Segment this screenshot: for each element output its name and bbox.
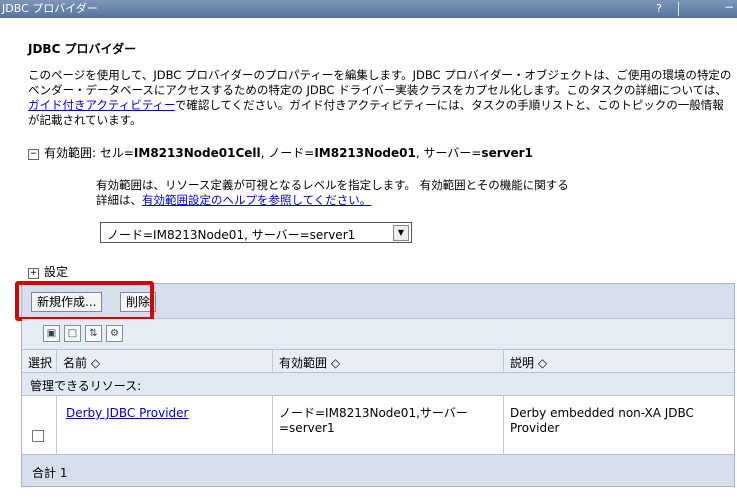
button-toolbar: 新規作成... 削除 — [15, 281, 734, 321]
scope-help-link[interactable]: 有効範囲設定のヘルプを参照してください。 — [142, 193, 371, 207]
scope-cell: IM8213Node01Cell — [133, 146, 261, 160]
settings-section[interactable]: + 設定 — [28, 263, 68, 280]
scope-summary: − 有効範囲: セル=IM8213Node01Cell, ノード=IM8213No… — [28, 144, 533, 161]
header-select: 選択 — [28, 356, 53, 370]
page-title: JDBC プロバイダー — [28, 42, 137, 56]
header-description[interactable]: 説明 ◇ — [510, 354, 547, 371]
header-name[interactable]: 名前 ◇ — [63, 354, 100, 371]
dropdown-arrow-icon[interactable]: ▼ — [393, 225, 409, 241]
group-row: 管理できるリソース: — [22, 373, 734, 396]
table-header: 選択 名前 ◇ 有効範囲 ◇ 説明 ◇ — [22, 350, 734, 373]
provider-name-link[interactable]: Derby JDBC Provider — [66, 406, 189, 420]
header-scope[interactable]: 有効範囲 ◇ — [279, 354, 340, 371]
total-count: 合計 1 — [32, 466, 68, 480]
highlight-box — [15, 281, 154, 321]
header-divider — [56, 350, 57, 372]
provider-description: Derby embedded non-XA JDBC Provider — [510, 406, 694, 435]
scope-server: server1 — [481, 146, 533, 160]
row-divider — [272, 396, 273, 454]
row-checkbox[interactable] — [32, 430, 44, 442]
help-icon[interactable]: ? — [652, 1, 666, 17]
resource-table: 新規作成... 削除 ▣ □ ⇅ ⚙ 選択 名前 ◇ 有効範囲 ◇ 説明 ◇ 管… — [15, 281, 735, 487]
scope-help-text: 有効範囲は、リソース定義が可視となるレベルを指定します。 有効範囲とその機能に関… — [96, 178, 576, 208]
settings-label: 設定 — [44, 265, 69, 279]
row-divider — [503, 396, 504, 454]
header-divider — [272, 350, 273, 372]
group-label: 管理できるリソース: — [30, 379, 142, 393]
table-footer: 合計 1 — [22, 455, 734, 486]
page-description: このページを使用して、JDBC プロバイダーのプロパティーを編集します。JDBC… — [28, 68, 734, 128]
scope-node: IM8213Node01 — [314, 146, 416, 160]
description-text: このページを使用して、JDBC プロバイダーのプロパティーを編集します。JDBC… — [28, 68, 732, 97]
scope-server-label: , サーバー= — [415, 146, 482, 160]
filter-icon[interactable]: ⇅ — [85, 325, 102, 342]
expand-icon[interactable]: + — [28, 268, 39, 279]
scope-label: 有効範囲: セル= — [44, 146, 134, 160]
icon-toolbar: ▣ □ ⇅ ⚙ — [22, 319, 734, 350]
row-divider — [56, 396, 57, 454]
scope-select-value: ノード=IM8213Node01, サーバー=server1 — [107, 228, 356, 242]
minimize-icon[interactable]: − — [724, 0, 734, 14]
guided-activity-link[interactable]: ガイド付きアクティビティー — [28, 98, 175, 112]
titlebar-divider — [678, 2, 679, 16]
preferences-icon[interactable]: ⚙ — [106, 325, 123, 342]
table-row: Derby JDBC Provider ノード=IM8213Node01,サーバ… — [22, 396, 734, 455]
deselect-all-icon[interactable]: □ — [64, 325, 81, 342]
window-titlebar: JDBC プロバイダー ? − — [0, 0, 737, 18]
collapse-icon[interactable]: − — [28, 149, 39, 160]
window-title: JDBC プロバイダー — [2, 2, 98, 15]
select-all-icon[interactable]: ▣ — [43, 325, 60, 342]
provider-scope: ノード=IM8213Node01,サーバー=server1 — [279, 406, 468, 435]
scope-select[interactable]: ノード=IM8213Node01, サーバー=server1 ▼ — [100, 222, 412, 243]
scope-node-label: , ノード= — [260, 146, 315, 160]
header-divider — [503, 350, 504, 372]
